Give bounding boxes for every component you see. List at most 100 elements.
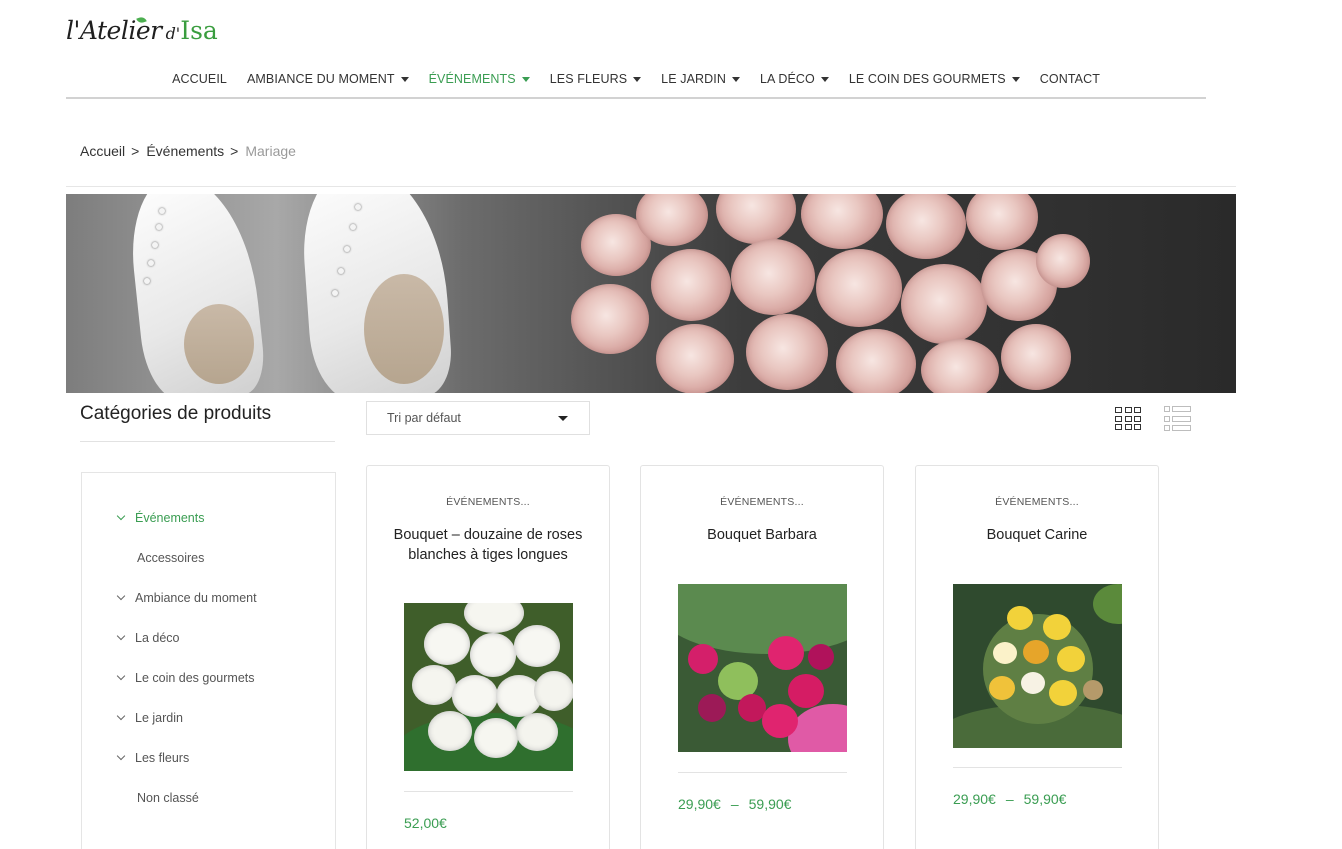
shoe-gem [152, 242, 158, 248]
shoe-gem [156, 224, 162, 230]
shoe-gem [355, 204, 361, 210]
product-title[interactable]: Bouquet – douzaine de roses blanches à t… [389, 525, 587, 565]
chevron-down-icon[interactable] [116, 751, 126, 761]
nav-item-6[interactable]: LE COIN DES GOURMETS [839, 62, 1030, 96]
nav-item-5[interactable]: LA DÉCO [750, 62, 839, 96]
nav-item-2[interactable]: ÉVÉNEMENTS [419, 62, 540, 96]
breadcrumb-home[interactable]: Accueil [80, 143, 125, 159]
shoe-gem [148, 260, 154, 266]
price-dash: – [730, 796, 739, 812]
product-image[interactable] [404, 603, 573, 771]
rose [651, 249, 731, 321]
rose [816, 249, 902, 327]
shoe-gem [338, 268, 344, 274]
logo-text-accent: Isa [180, 16, 218, 45]
product-image[interactable] [678, 584, 847, 752]
product-divider [953, 767, 1122, 768]
nav-item-label: CONTACT [1039, 72, 1100, 86]
price-from: 29,90€ [953, 791, 996, 807]
rose [1036, 234, 1090, 288]
product-card[interactable]: ÉVÉNEMENTS... Bouquet – douzaine de rose… [366, 465, 610, 849]
nav-item-label: LE COIN DES GOURMETS [848, 72, 1006, 86]
nav-item-label: AMBIANCE DU MOMENT [246, 72, 395, 86]
caret-down-icon [521, 76, 530, 82]
sidebar-category[interactable]: Le coin des gourmets [116, 671, 255, 685]
breadcrumb-current: Mariage [245, 143, 296, 159]
breadcrumb-divider [66, 186, 1236, 187]
nav-item-0[interactable]: ACCUEIL [162, 62, 237, 96]
grid-view-icon[interactable] [1115, 407, 1141, 432]
caret-down-icon [633, 76, 642, 82]
shoe-gem [350, 224, 356, 230]
sidebar-category[interactable]: Accessoires [137, 551, 204, 565]
product-categories-list: Événements Accessoires Ambiance du moment L… [81, 472, 336, 849]
sort-select-value: Tri par défaut [387, 411, 461, 425]
product-title[interactable]: Bouquet Carine [938, 525, 1136, 545]
price-from: 52,00€ [404, 815, 447, 831]
chevron-down-icon[interactable] [116, 711, 126, 721]
rose [746, 314, 828, 390]
logo-text-small: d' [165, 24, 181, 43]
price-to: 59,90€ [1023, 791, 1067, 807]
nav-item-4[interactable]: LE JARDIN [651, 62, 750, 96]
chevron-down-icon[interactable] [116, 511, 126, 521]
sort-select[interactable]: Tri par défaut [366, 401, 590, 435]
nav-item-label: LES FLEURS [549, 72, 628, 86]
product-title[interactable]: Bouquet Barbara [663, 525, 861, 545]
product-divider [678, 772, 847, 773]
nav-item-7[interactable]: CONTACT [1030, 62, 1110, 96]
main-navigation: ACCUEIL AMBIANCE DU MOMENT ÉVÉNEMENTS LES F… [66, 62, 1206, 99]
sidebar-category[interactable]: La déco [116, 631, 180, 645]
product-category[interactable]: ÉVÉNEMENTS... [641, 496, 883, 508]
site-logo[interactable]: l'Atelier d' Isa [66, 15, 218, 50]
product-card[interactable]: ÉVÉNEMENTS... Bouquet Barbara 29,90€ –59,… [640, 465, 884, 849]
rose [571, 284, 649, 354]
sidebar-title-divider [80, 441, 335, 442]
chevron-down-icon[interactable] [116, 591, 126, 601]
nav-item-label: ÉVÉNEMENTS [428, 72, 516, 86]
list-view-icon[interactable] [1164, 406, 1191, 431]
sidebar-category[interactable]: Les fleurs [116, 751, 190, 765]
nav-item-label: LE JARDIN [661, 72, 726, 86]
product-category[interactable]: ÉVÉNEMENTS... [367, 496, 609, 508]
caret-down-icon [1011, 76, 1020, 82]
nav-item-label: LA DÉCO [759, 72, 815, 86]
category-banner-image [66, 194, 1236, 393]
breadcrumb-section[interactable]: Événements [146, 143, 224, 159]
sidebar-category-label: Les fleurs [135, 751, 190, 765]
chevron-down-icon[interactable] [116, 671, 126, 681]
product-card[interactable]: ÉVÉNEMENTS... Bouquet Carine 29,90€ –59,9… [915, 465, 1159, 849]
shoe-gem [144, 278, 150, 284]
rose [1001, 324, 1071, 390]
product-price: 52,00€ [404, 815, 447, 831]
caret-down-icon [820, 76, 829, 82]
sidebar-category[interactable]: Ambiance du moment [116, 591, 257, 605]
product-category[interactable]: ÉVÉNEMENTS... [916, 496, 1158, 508]
product-divider [404, 791, 573, 792]
product-image[interactable] [953, 584, 1122, 748]
logo-text-main: l'Atelier [66, 16, 162, 45]
chevron-down-icon [558, 416, 568, 421]
rose [901, 264, 987, 344]
nav-item-1[interactable]: AMBIANCE DU MOMENT [237, 62, 419, 96]
chevron-down-icon[interactable] [116, 631, 126, 641]
sidebar-category-label: La déco [135, 631, 180, 645]
caret-down-icon [400, 76, 409, 82]
sidebar-category-label: Non classé [137, 791, 199, 805]
rose [921, 339, 999, 393]
sidebar-title: Catégories de produits [80, 403, 272, 424]
sidebar-category[interactable]: Événements [116, 511, 204, 525]
sidebar-category-label: Le coin des gourmets [135, 671, 255, 685]
sidebar-category-label: Ambiance du moment [135, 591, 257, 605]
sidebar-category[interactable]: Le jardin [116, 711, 183, 725]
product-price: 29,90€ –59,90€ [953, 791, 1066, 807]
rose [836, 329, 916, 393]
sidebar-category[interactable]: Non classé [137, 791, 199, 805]
caret-down-icon [731, 76, 740, 82]
shoe-gem [159, 208, 165, 214]
wedding-shoe-left-inner [184, 304, 254, 384]
breadcrumb: Accueil > Événements > Mariage [80, 143, 296, 159]
wedding-shoe-right-inner [364, 274, 444, 384]
shoe-gem [344, 246, 350, 252]
nav-item-3[interactable]: LES FLEURS [540, 62, 651, 96]
